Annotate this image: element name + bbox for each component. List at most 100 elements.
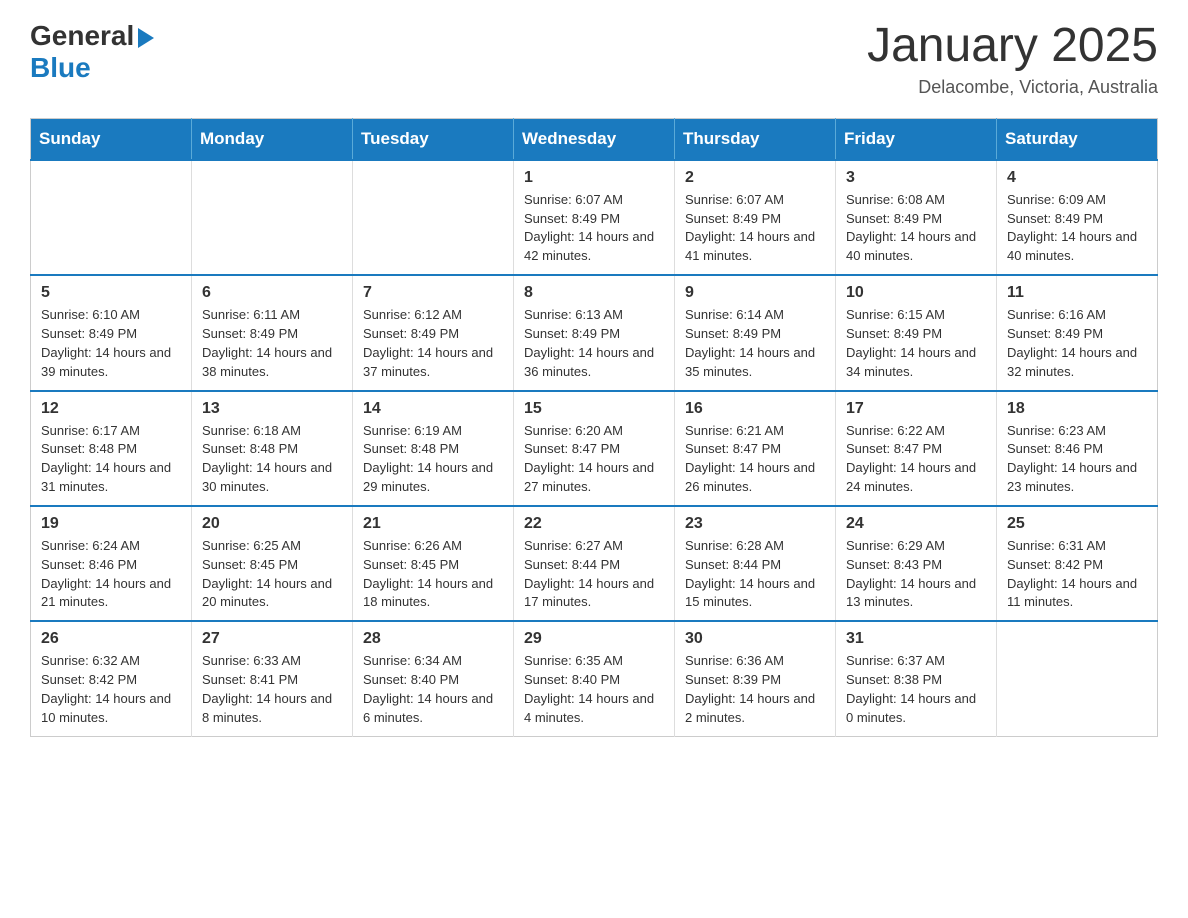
day-number: 10 xyxy=(846,284,986,302)
calendar-body: 1 Sunrise: 6:07 AM Sunset: 8:49 PM Daylig… xyxy=(31,160,1158,736)
calendar-cell xyxy=(31,160,192,275)
day-info: Sunrise: 6:07 AM Sunset: 8:49 PM Dayligh… xyxy=(524,191,664,266)
day-number: 18 xyxy=(1007,400,1147,418)
calendar-cell: 17 Sunrise: 6:22 AM Sunset: 8:47 PM Dayli… xyxy=(836,391,997,506)
day-info: Sunrise: 6:24 AM Sunset: 8:46 PM Dayligh… xyxy=(41,537,181,612)
day-number: 6 xyxy=(202,284,342,302)
day-number: 30 xyxy=(685,630,825,648)
calendar-cell: 13 Sunrise: 6:18 AM Sunset: 8:48 PM Dayli… xyxy=(192,391,353,506)
calendar-cell: 24 Sunrise: 6:29 AM Sunset: 8:43 PM Dayli… xyxy=(836,506,997,621)
day-info: Sunrise: 6:27 AM Sunset: 8:44 PM Dayligh… xyxy=(524,537,664,612)
calendar-cell xyxy=(997,621,1158,736)
calendar-week-5: 26 Sunrise: 6:32 AM Sunset: 8:42 PM Dayli… xyxy=(31,621,1158,736)
calendar-cell: 1 Sunrise: 6:07 AM Sunset: 8:49 PM Daylig… xyxy=(514,160,675,275)
day-number: 23 xyxy=(685,515,825,533)
day-info: Sunrise: 6:14 AM Sunset: 8:49 PM Dayligh… xyxy=(685,306,825,381)
day-number: 24 xyxy=(846,515,986,533)
calendar-cell: 31 Sunrise: 6:37 AM Sunset: 8:38 PM Dayli… xyxy=(836,621,997,736)
logo-general-text: General xyxy=(30,20,134,52)
day-info: Sunrise: 6:31 AM Sunset: 8:42 PM Dayligh… xyxy=(1007,537,1147,612)
day-info: Sunrise: 6:34 AM Sunset: 8:40 PM Dayligh… xyxy=(363,652,503,727)
day-info: Sunrise: 6:23 AM Sunset: 8:46 PM Dayligh… xyxy=(1007,422,1147,497)
day-info: Sunrise: 6:21 AM Sunset: 8:47 PM Dayligh… xyxy=(685,422,825,497)
day-info: Sunrise: 6:10 AM Sunset: 8:49 PM Dayligh… xyxy=(41,306,181,381)
day-info: Sunrise: 6:20 AM Sunset: 8:47 PM Dayligh… xyxy=(524,422,664,497)
day-info: Sunrise: 6:36 AM Sunset: 8:39 PM Dayligh… xyxy=(685,652,825,727)
day-info: Sunrise: 6:13 AM Sunset: 8:49 PM Dayligh… xyxy=(524,306,664,381)
calendar-cell xyxy=(353,160,514,275)
day-number: 26 xyxy=(41,630,181,648)
col-monday: Monday xyxy=(192,118,353,160)
day-number: 11 xyxy=(1007,284,1147,302)
day-info: Sunrise: 6:15 AM Sunset: 8:49 PM Dayligh… xyxy=(846,306,986,381)
calendar-cell: 6 Sunrise: 6:11 AM Sunset: 8:49 PM Daylig… xyxy=(192,275,353,390)
page-header: General Blue January 2025 Delacombe, Vic… xyxy=(30,20,1158,98)
calendar-week-2: 5 Sunrise: 6:10 AM Sunset: 8:49 PM Daylig… xyxy=(31,275,1158,390)
calendar-cell: 29Sunrise: 6:35 AM Sunset: 8:40 PM Dayli… xyxy=(514,621,675,736)
col-saturday: Saturday xyxy=(997,118,1158,160)
day-info: Sunrise: 6:19 AM Sunset: 8:48 PM Dayligh… xyxy=(363,422,503,497)
day-number: 16 xyxy=(685,400,825,418)
calendar-cell: 18 Sunrise: 6:23 AM Sunset: 8:46 PM Dayli… xyxy=(997,391,1158,506)
day-info: Sunrise: 6:33 AM Sunset: 8:41 PM Dayligh… xyxy=(202,652,342,727)
day-info: Sunrise: 6:11 AM Sunset: 8:49 PM Dayligh… xyxy=(202,306,342,381)
day-number: 1 xyxy=(524,169,664,187)
calendar-cell: 15 Sunrise: 6:20 AM Sunset: 8:47 PM Dayli… xyxy=(514,391,675,506)
day-info: Sunrise: 6:29 AM Sunset: 8:43 PM Dayligh… xyxy=(846,537,986,612)
day-number: 17 xyxy=(846,400,986,418)
calendar-cell: 27Sunrise: 6:33 AM Sunset: 8:41 PM Dayli… xyxy=(192,621,353,736)
day-info: Sunrise: 6:37 AM Sunset: 8:38 PM Dayligh… xyxy=(846,652,986,727)
day-number: 21 xyxy=(363,515,503,533)
day-number: 22 xyxy=(524,515,664,533)
calendar-cell: 3Sunrise: 6:08 AM Sunset: 8:49 PM Daylig… xyxy=(836,160,997,275)
col-tuesday: Tuesday xyxy=(353,118,514,160)
day-number: 28 xyxy=(363,630,503,648)
calendar-cell: 26 Sunrise: 6:32 AM Sunset: 8:42 PM Dayli… xyxy=(31,621,192,736)
calendar-cell xyxy=(192,160,353,275)
calendar-cell: 8 Sunrise: 6:13 AM Sunset: 8:49 PM Daylig… xyxy=(514,275,675,390)
calendar-cell: 25Sunrise: 6:31 AM Sunset: 8:42 PM Dayli… xyxy=(997,506,1158,621)
day-number: 5 xyxy=(41,284,181,302)
day-number: 20 xyxy=(202,515,342,533)
calendar-cell: 19Sunrise: 6:24 AM Sunset: 8:46 PM Dayli… xyxy=(31,506,192,621)
calendar-cell: 10 Sunrise: 6:15 AM Sunset: 8:49 PM Dayli… xyxy=(836,275,997,390)
day-number: 31 xyxy=(846,630,986,648)
day-info: Sunrise: 6:22 AM Sunset: 8:47 PM Dayligh… xyxy=(846,422,986,497)
day-number: 15 xyxy=(524,400,664,418)
logo-blue-text: Blue xyxy=(30,52,91,84)
calendar-cell: 12Sunrise: 6:17 AM Sunset: 8:48 PM Dayli… xyxy=(31,391,192,506)
calendar-cell: 7Sunrise: 6:12 AM Sunset: 8:49 PM Daylig… xyxy=(353,275,514,390)
calendar-cell: 5 Sunrise: 6:10 AM Sunset: 8:49 PM Daylig… xyxy=(31,275,192,390)
days-of-week-row: Sunday Monday Tuesday Wednesday Thursday… xyxy=(31,118,1158,160)
calendar-cell: 23 Sunrise: 6:28 AM Sunset: 8:44 PM Dayli… xyxy=(675,506,836,621)
day-number: 4 xyxy=(1007,169,1147,187)
day-info: Sunrise: 6:28 AM Sunset: 8:44 PM Dayligh… xyxy=(685,537,825,612)
calendar-cell: 16 Sunrise: 6:21 AM Sunset: 8:47 PM Dayli… xyxy=(675,391,836,506)
month-title: January 2025 xyxy=(867,20,1158,73)
day-number: 13 xyxy=(202,400,342,418)
calendar-week-3: 12Sunrise: 6:17 AM Sunset: 8:48 PM Dayli… xyxy=(31,391,1158,506)
col-friday: Friday xyxy=(836,118,997,160)
day-info: Sunrise: 6:16 AM Sunset: 8:49 PM Dayligh… xyxy=(1007,306,1147,381)
col-wednesday: Wednesday xyxy=(514,118,675,160)
calendar-cell: 21 Sunrise: 6:26 AM Sunset: 8:45 PM Dayli… xyxy=(353,506,514,621)
day-number: 3 xyxy=(846,169,986,187)
day-info: Sunrise: 6:25 AM Sunset: 8:45 PM Dayligh… xyxy=(202,537,342,612)
day-info: Sunrise: 6:26 AM Sunset: 8:45 PM Dayligh… xyxy=(363,537,503,612)
day-info: Sunrise: 6:17 AM Sunset: 8:48 PM Dayligh… xyxy=(41,422,181,497)
calendar-cell: 14 Sunrise: 6:19 AM Sunset: 8:48 PM Dayli… xyxy=(353,391,514,506)
logo: General Blue xyxy=(30,20,154,84)
day-number: 29 xyxy=(524,630,664,648)
calendar-cell: 4Sunrise: 6:09 AM Sunset: 8:49 PM Daylig… xyxy=(997,160,1158,275)
calendar-cell: 2Sunrise: 6:07 AM Sunset: 8:49 PM Daylig… xyxy=(675,160,836,275)
day-number: 8 xyxy=(524,284,664,302)
day-number: 14 xyxy=(363,400,503,418)
calendar-cell: 20 Sunrise: 6:25 AM Sunset: 8:45 PM Dayli… xyxy=(192,506,353,621)
day-info: Sunrise: 6:32 AM Sunset: 8:42 PM Dayligh… xyxy=(41,652,181,727)
title-section: January 2025 Delacombe, Victoria, Austra… xyxy=(867,20,1158,98)
calendar-cell: 30 Sunrise: 6:36 AM Sunset: 8:39 PM Dayli… xyxy=(675,621,836,736)
calendar-cell: 28 Sunrise: 6:34 AM Sunset: 8:40 PM Dayli… xyxy=(353,621,514,736)
calendar-header: Sunday Monday Tuesday Wednesday Thursday… xyxy=(31,118,1158,160)
day-info: Sunrise: 6:18 AM Sunset: 8:48 PM Dayligh… xyxy=(202,422,342,497)
calendar-cell: 22 Sunrise: 6:27 AM Sunset: 8:44 PM Dayli… xyxy=(514,506,675,621)
